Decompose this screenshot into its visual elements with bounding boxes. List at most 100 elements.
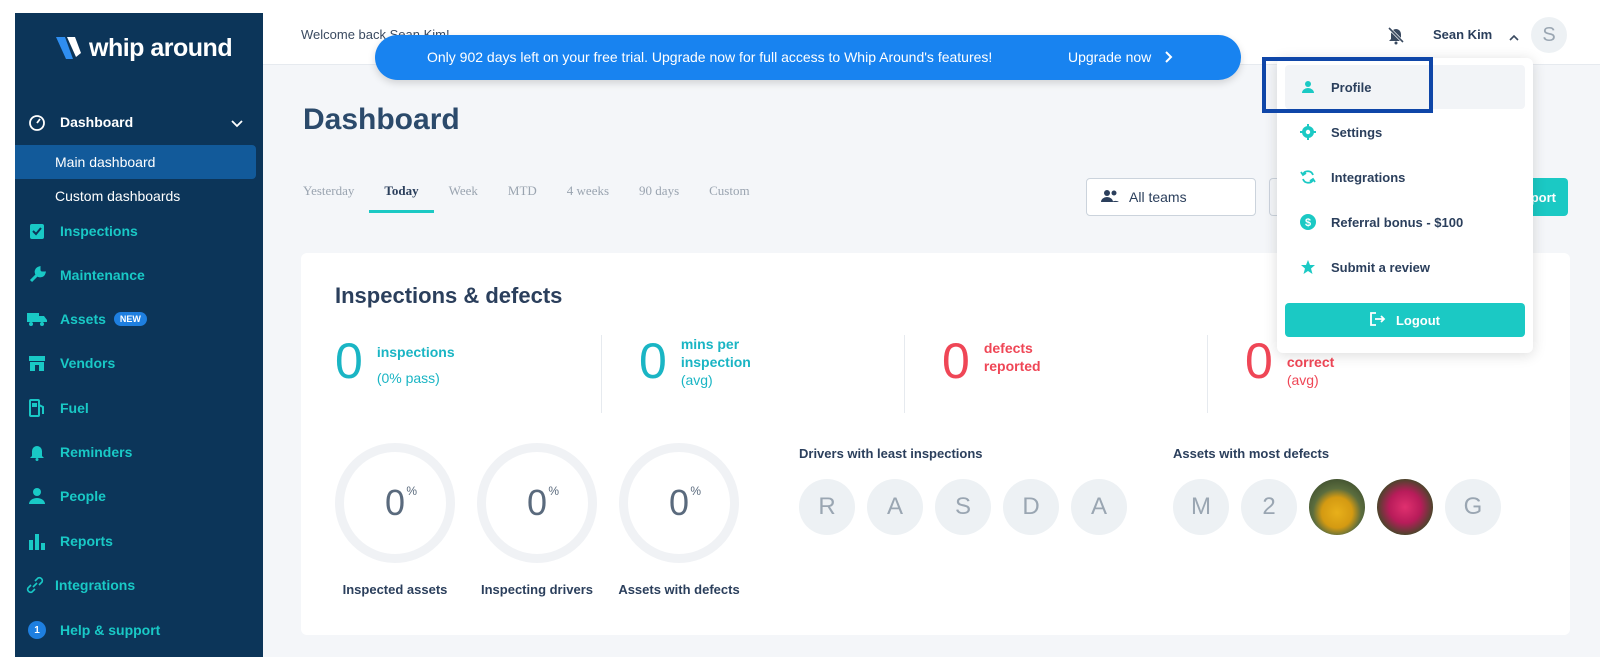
divider bbox=[904, 335, 905, 413]
tab-custom[interactable]: Custom bbox=[709, 183, 749, 213]
page-title: Dashboard bbox=[303, 103, 460, 136]
ring-inspected-assets: 0% bbox=[335, 443, 455, 563]
sidebar-item-people[interactable]: People bbox=[27, 486, 106, 506]
asset-avatar[interactable]: 2 bbox=[1241, 479, 1297, 535]
stat-mins-per-inspection: 0 mins per inspection (avg) bbox=[639, 335, 771, 389]
menu-item-submit-review[interactable]: Submit a review bbox=[1285, 245, 1525, 289]
drivers-least-inspections-title: Drivers with least inspections bbox=[799, 446, 983, 461]
truck-icon bbox=[27, 309, 47, 329]
driver-avatar[interactable]: D bbox=[1003, 479, 1059, 535]
ring-value: 0 bbox=[668, 482, 690, 523]
stat-label: mins per inspection bbox=[680, 336, 751, 370]
ring-assets-with-defects: 0% bbox=[619, 443, 739, 563]
sidebar-item-label: Maintenance bbox=[60, 267, 145, 283]
tab-4-weeks[interactable]: 4 weeks bbox=[567, 183, 609, 213]
ring-value: 0 bbox=[526, 482, 548, 523]
sidebar-item-label: Integrations bbox=[55, 577, 136, 593]
assets-most-defects-title: Assets with most defects bbox=[1173, 446, 1330, 461]
sidebar-item-label: Vendors bbox=[60, 355, 116, 371]
sidebar-item-label: Dashboard bbox=[60, 114, 134, 130]
driver-avatar[interactable]: R bbox=[799, 479, 855, 535]
asset-photo-school-bus[interactable] bbox=[1309, 479, 1365, 535]
tab-week[interactable]: Week bbox=[449, 183, 478, 213]
avatar[interactable]: S bbox=[1531, 17, 1567, 53]
menu-item-referral-bonus[interactable]: $ Referral bonus - $100 bbox=[1285, 200, 1525, 244]
menu-item-settings[interactable]: Settings bbox=[1285, 110, 1525, 154]
tab-mtd[interactable]: MTD bbox=[508, 183, 537, 213]
user-menu-name[interactable]: Sean Kim bbox=[1433, 27, 1492, 42]
ring-unit: % bbox=[548, 484, 560, 498]
sidebar-item-inspections[interactable]: Inspections bbox=[27, 221, 138, 241]
sidebar-item-label: Reports bbox=[60, 533, 113, 549]
menu-item-label: Integrations bbox=[1331, 169, 1406, 185]
sidebar-item-label: Assets bbox=[60, 311, 106, 327]
sidebar: whip around Dashboard Main dashboard Cus… bbox=[15, 13, 263, 657]
sidebar-item-custom-dashboards[interactable]: Custom dashboards bbox=[15, 179, 256, 213]
sidebar-item-main-dashboard[interactable]: Main dashboard bbox=[15, 145, 256, 179]
logout-button[interactable]: Logout bbox=[1285, 303, 1525, 337]
driver-avatar[interactable]: A bbox=[1071, 479, 1127, 535]
sidebar-item-dashboard[interactable]: Dashboard bbox=[15, 109, 263, 135]
asset-avatar[interactable]: M bbox=[1173, 479, 1229, 535]
star-icon bbox=[1299, 258, 1317, 276]
sidebar-item-label: Fuel bbox=[60, 400, 89, 416]
sync-icon bbox=[1299, 168, 1317, 186]
teams-filter-button[interactable]: All teams bbox=[1086, 178, 1256, 216]
chevron-up-icon[interactable] bbox=[1509, 28, 1519, 46]
date-range-tabs: Yesterday Today Week MTD 4 weeks 90 days… bbox=[303, 183, 780, 213]
asset-photo-flowers[interactable] bbox=[1377, 479, 1433, 535]
sidebar-item-integrations[interactable]: Integrations bbox=[25, 575, 135, 595]
ring-value: 0 bbox=[384, 482, 406, 523]
stat-label: defects reported bbox=[983, 340, 1041, 374]
menu-item-label: Settings bbox=[1331, 124, 1383, 140]
bell-icon bbox=[27, 442, 47, 462]
stat-label: inspections bbox=[376, 344, 455, 360]
logout-label: Logout bbox=[1395, 312, 1441, 328]
nav-dashboard-group: Dashboard Main dashboard Custom dashboar… bbox=[15, 109, 263, 213]
menu-item-integrations[interactable]: Integrations bbox=[1285, 155, 1525, 199]
bell-muted-icon[interactable] bbox=[1386, 25, 1406, 50]
sidebar-item-reminders[interactable]: Reminders bbox=[27, 442, 132, 462]
sidebar-item-help-support[interactable]: 1 Help & support bbox=[27, 620, 160, 640]
app-logo[interactable]: whip around bbox=[53, 33, 233, 63]
speedometer-icon bbox=[27, 112, 47, 132]
upgrade-now-link[interactable]: Upgrade now bbox=[1068, 49, 1173, 65]
fuel-pump-icon bbox=[27, 398, 47, 418]
logo-text: whip around bbox=[89, 33, 233, 62]
svg-text:$: $ bbox=[1305, 217, 1311, 229]
ring-inspecting-drivers: 0% bbox=[477, 443, 597, 563]
stat-value: 0 bbox=[335, 333, 363, 389]
bar-chart-icon bbox=[27, 531, 47, 551]
sidebar-item-vendors[interactable]: Vendors bbox=[27, 353, 115, 373]
sidebar-item-reports[interactable]: Reports bbox=[27, 531, 113, 551]
ring-label: Assets with defects bbox=[618, 582, 740, 597]
ring-unit: % bbox=[406, 484, 418, 498]
driver-avatar[interactable]: S bbox=[935, 479, 991, 535]
ring-label: Inspecting drivers bbox=[481, 582, 593, 597]
tab-today[interactable]: Today bbox=[369, 183, 434, 213]
link-icon bbox=[25, 575, 45, 595]
stat-value: 0 bbox=[639, 333, 667, 389]
divider bbox=[601, 335, 602, 413]
person-icon bbox=[27, 486, 47, 506]
stat-value: 0 bbox=[942, 333, 970, 389]
tab-90-days[interactable]: 90 days bbox=[639, 183, 679, 213]
sidebar-item-label: Reminders bbox=[60, 444, 133, 460]
trial-banner-text: Only 902 days left on your free trial. U… bbox=[427, 49, 993, 65]
sidebar-item-assets[interactable]: Assets NEW bbox=[27, 309, 147, 329]
tab-yesterday[interactable]: Yesterday bbox=[303, 183, 354, 213]
sidebar-item-label: People bbox=[60, 488, 106, 504]
upgrade-now-label: Upgrade now bbox=[1068, 49, 1152, 65]
group-icon bbox=[1101, 189, 1119, 206]
trial-banner: Only 902 days left on your free trial. U… bbox=[375, 35, 1241, 80]
sidebar-item-fuel[interactable]: Fuel bbox=[27, 398, 89, 418]
dollar-icon: $ bbox=[1299, 213, 1317, 231]
chevron-down-icon bbox=[231, 115, 243, 131]
wrench-icon bbox=[27, 265, 47, 285]
menu-item-label: Submit a review bbox=[1331, 259, 1430, 275]
driver-avatar[interactable]: A bbox=[867, 479, 923, 535]
sidebar-item-maintenance[interactable]: Maintenance bbox=[27, 265, 145, 285]
asset-avatar[interactable]: G bbox=[1445, 479, 1501, 535]
store-icon bbox=[27, 353, 47, 373]
gear-icon bbox=[1299, 123, 1317, 141]
